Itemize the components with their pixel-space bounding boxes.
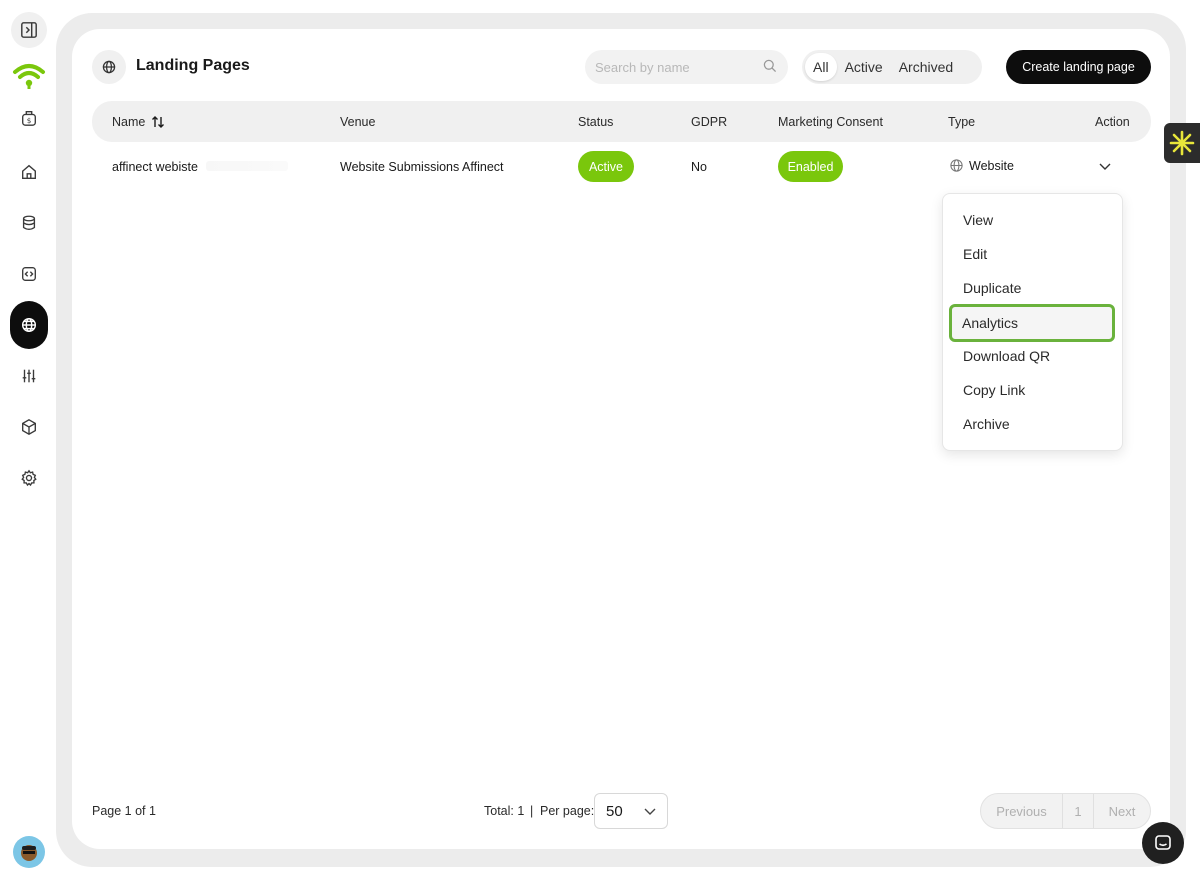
col-status: Status (578, 115, 614, 129)
user-avatar-icon (21, 845, 37, 861)
menu-item-edit[interactable]: Edit (951, 237, 1115, 271)
col-action: Action (1095, 115, 1130, 129)
row-gdpr: No (691, 160, 707, 174)
row-type: Website (949, 158, 1014, 173)
sidebar-item-settings-sliders[interactable] (10, 357, 48, 395)
globe-icon (21, 317, 37, 333)
col-venue: Venue (340, 115, 376, 129)
footer-separator: | (530, 804, 534, 818)
chat-button[interactable] (1142, 822, 1184, 864)
chat-icon (1155, 835, 1171, 850)
filter-archived[interactable]: Archived (891, 53, 961, 81)
chevron-down-icon (644, 808, 656, 815)
extension-button[interactable] (1164, 123, 1200, 163)
col-marketing-consent: Marketing Consent (778, 115, 883, 129)
search-icon[interactable] (762, 58, 778, 74)
status-filter: All Active Archived (802, 50, 982, 84)
asterisk-icon (1169, 130, 1195, 156)
page-info: Page 1 of 1 (92, 804, 156, 818)
action-menu: View Edit Duplicate Analytics Download Q… (942, 193, 1123, 451)
menu-item-view[interactable]: View (951, 203, 1115, 237)
sidebar: $ (0, 0, 58, 880)
marketing-consent-badge: Enabled (778, 151, 843, 182)
sidebar-toggle-button[interactable] (11, 12, 47, 48)
row-name: affinect webiste (112, 160, 198, 174)
menu-item-duplicate[interactable]: Duplicate (951, 271, 1115, 305)
sort-icon[interactable] (151, 115, 165, 129)
pagination: Previous 1 Next (980, 793, 1151, 829)
sidebar-item-settings[interactable] (10, 459, 48, 497)
sidebar-item-home[interactable] (10, 153, 48, 191)
wifi-logo-icon (13, 64, 45, 89)
menu-item-download-qr[interactable]: Download QR (951, 339, 1115, 373)
sidebar-item-products[interactable] (10, 408, 48, 446)
previous-button[interactable]: Previous (981, 794, 1062, 828)
globe-icon (950, 159, 963, 172)
cube-icon (22, 419, 36, 435)
col-type: Type (948, 115, 976, 129)
table-header: Name Venue Status GDPR Marketing Consent… (92, 101, 1151, 142)
sidebar-item-data[interactable] (10, 204, 48, 242)
sidebar-item-billing[interactable]: $ (10, 99, 48, 137)
gear-icon (21, 469, 37, 487)
menu-item-analytics[interactable]: Analytics (949, 304, 1115, 342)
create-landing-page-button[interactable]: Create landing page (1006, 50, 1151, 84)
page-number-1[interactable]: 1 (1062, 794, 1094, 828)
per-page-value: 50 (606, 802, 623, 820)
action-dropdown-button[interactable] (1096, 159, 1114, 175)
filter-active[interactable]: Active (837, 53, 891, 81)
svg-text:$: $ (27, 116, 32, 125)
row-type-label: Website (969, 158, 1014, 173)
search-box[interactable] (585, 50, 788, 84)
sliders-icon (22, 369, 36, 383)
page-icon (92, 50, 126, 84)
chevron-down-icon (1099, 163, 1111, 170)
per-page-select[interactable]: 50 (594, 793, 668, 829)
sidebar-item-landing-pages[interactable] (10, 301, 48, 349)
sidebar-item-code[interactable] (10, 255, 48, 293)
code-icon (22, 267, 36, 281)
status-badge: Active (578, 151, 634, 182)
avatar[interactable] (13, 836, 45, 868)
total-count: Total: 1 (484, 804, 525, 818)
home-icon (22, 164, 36, 179)
next-button[interactable]: Next (1094, 794, 1150, 828)
menu-item-copy-link[interactable]: Copy Link (951, 373, 1115, 407)
name-overflow-fade (206, 161, 288, 171)
database-icon (22, 215, 36, 230)
money-bag-icon: $ (22, 111, 36, 126)
per-page-label: Per page: (540, 804, 595, 818)
col-name[interactable]: Name (112, 115, 165, 129)
sidebar-toggle-icon (21, 22, 37, 38)
filter-all[interactable]: All (805, 53, 837, 81)
col-name-label: Name (112, 115, 146, 129)
row-venue: Website Submissions Affinect (340, 160, 504, 174)
globe-icon (102, 60, 116, 74)
menu-item-archive[interactable]: Archive (951, 407, 1115, 441)
col-gdpr: GDPR (691, 115, 728, 129)
page-title: Landing Pages (136, 57, 250, 74)
search-input[interactable] (595, 59, 755, 75)
